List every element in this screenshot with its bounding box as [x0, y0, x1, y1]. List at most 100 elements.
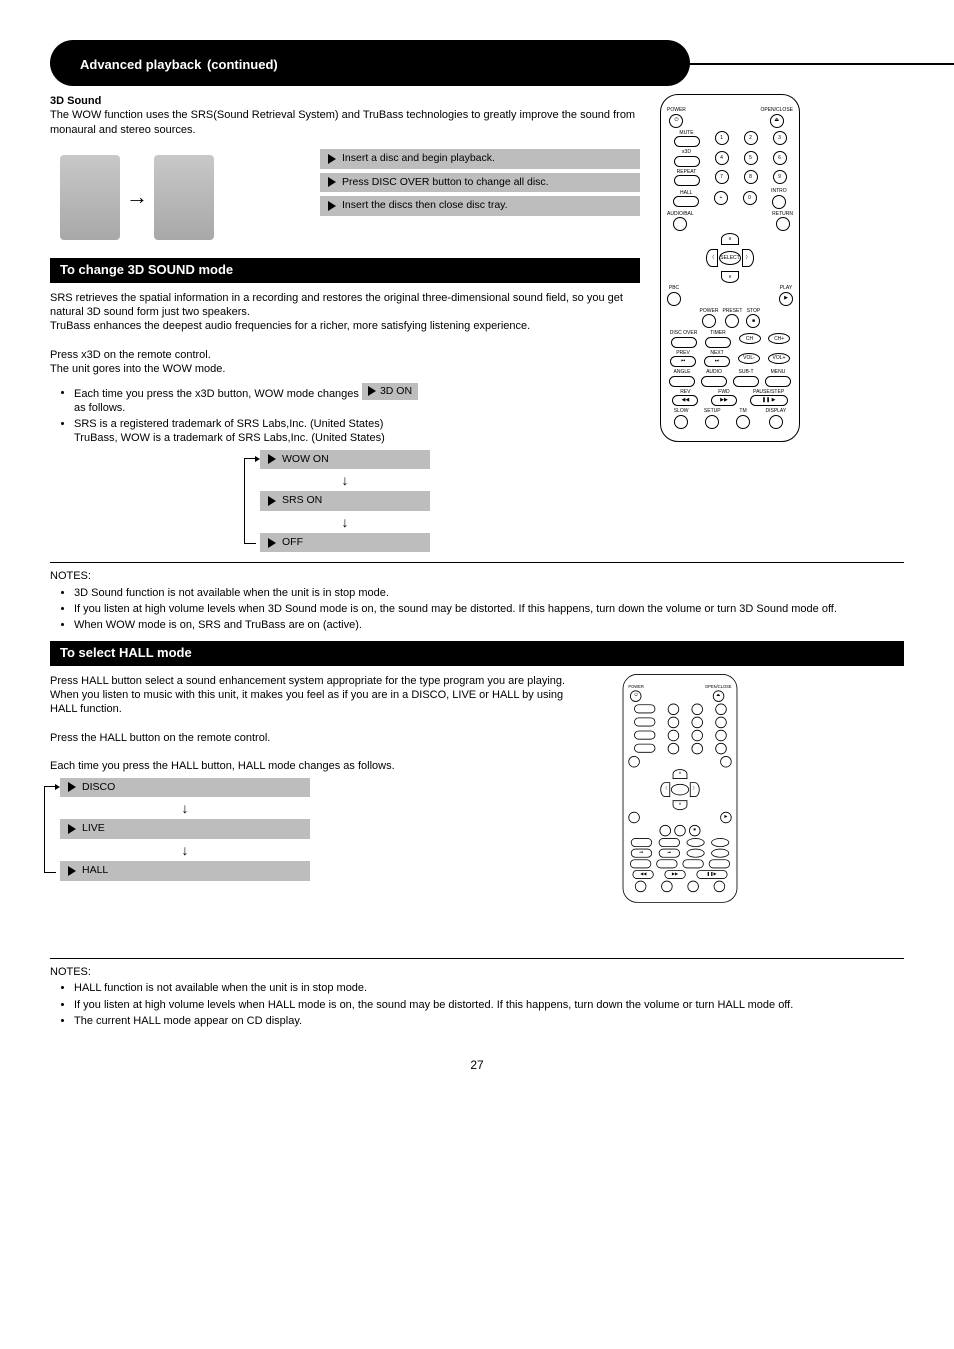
inline-step-text: 3D ON — [380, 385, 412, 399]
eject-button-icon: ⏏ — [770, 114, 784, 128]
next-button-icon: ⏭ — [659, 848, 680, 857]
page-number: 27 — [50, 1058, 904, 1074]
notes1-heading: NOTES: — [50, 569, 904, 583]
menu-button-icon — [765, 376, 791, 387]
remote-label-x3d: x3D — [682, 149, 691, 156]
play-icon — [328, 177, 336, 187]
page-title-sub: (continued) — [207, 57, 278, 72]
display-button-icon — [769, 415, 783, 429]
num-0-icon — [691, 742, 702, 753]
repeat-button-icon — [674, 175, 700, 186]
power2-button-icon — [702, 314, 716, 328]
num-3-icon — [715, 703, 726, 714]
remote-label-angle: ANGLE — [674, 369, 691, 376]
dpad-down-icon: ∨ — [673, 799, 688, 809]
intro-body: The WOW function uses the SRS(Sound Retr… — [50, 108, 640, 137]
bullet1a-text: Each time you press the x3D button, WOW … — [74, 387, 362, 399]
cycle1-item2: SRS ON — [260, 491, 430, 511]
num-1-icon — [667, 703, 678, 714]
remote-label-power: POWER — [667, 107, 686, 114]
angle-button-icon — [630, 858, 651, 867]
intro-srs: SRS retrieves the spatial information in… — [50, 291, 640, 320]
remote-label-tm: TM — [739, 408, 746, 415]
play-icon — [268, 496, 276, 506]
volp-button-icon: VOL+ — [768, 353, 790, 364]
section1-bullet2: SRS is a registered trademark of SRS Lab… — [74, 417, 640, 446]
play-icon — [268, 538, 276, 548]
ch-button-icon — [687, 837, 705, 846]
pausestep-button-icon: ❚❚▶ — [696, 869, 727, 878]
remote-label-setup: SETUP — [704, 408, 721, 415]
mute-button-icon — [674, 136, 700, 147]
divider — [50, 958, 904, 959]
intro-trubass: TruBass enhances the deepest audio frequ… — [50, 319, 640, 333]
num-0-icon: 0 — [743, 191, 757, 205]
play-icon — [328, 201, 336, 211]
subt-button-icon — [682, 858, 703, 867]
num-5-icon: 5 — [744, 151, 758, 165]
tm-button-icon — [736, 415, 750, 429]
preset-button-icon — [725, 314, 739, 328]
bullet1b-text: as follows. — [74, 402, 125, 414]
intro-button-icon — [772, 195, 786, 209]
section2-body1: Press HALL button select a sound enhance… — [50, 674, 590, 688]
volm-button-icon: VOL- — [738, 353, 760, 364]
cycle2-item1: DISCO — [60, 778, 310, 798]
play-icon — [268, 454, 276, 464]
remote-control-diagram: POWER⏻ OPEN/CLOSE⏏ MUTE 123 x3D 456 REPE… — [660, 94, 800, 442]
remote-label-intro: INTRO — [771, 188, 787, 195]
dpad-left-icon: 〈 — [706, 249, 718, 267]
section1-lead: Press x3D on the remote control. — [50, 348, 640, 362]
audiobal-button-icon — [673, 217, 687, 231]
angle-button-icon — [669, 376, 695, 387]
speaker-illustration: → — [50, 145, 300, 250]
section2-body3: Press the HALL button on the remote cont… — [50, 731, 590, 745]
stop-button-icon: ■ — [746, 314, 760, 328]
inline-step-box: 3D ON — [362, 383, 418, 401]
step-1-box: Insert a disc and begin playback. — [320, 149, 640, 169]
dpad-icon: ∧ ∨ 〈 〉 SELECT — [700, 233, 760, 283]
cycle1-item3: OFF — [260, 533, 430, 553]
cycle1-item1: WOW ON — [260, 450, 430, 470]
notes2-item2: If you listen at high volume levels when… — [74, 998, 904, 1012]
notes2-list: HALL function is not available when the … — [50, 981, 904, 1028]
step-2-box: Press DISC OVER button to change all dis… — [320, 173, 640, 193]
audio-button-icon — [701, 376, 727, 387]
stop-button-icon: ■ — [689, 824, 700, 835]
tm-button-icon — [687, 880, 698, 891]
x3d-button-icon — [674, 156, 700, 167]
return-button-icon — [720, 755, 731, 766]
remote-label-play: PLAY — [780, 285, 792, 292]
dpad-up-icon: ∧ — [721, 233, 739, 245]
cycle1-text2: SRS ON — [282, 494, 322, 508]
num-6-icon — [715, 716, 726, 727]
section1-header: To change 3D SOUND mode — [50, 258, 640, 283]
num-7-icon — [667, 729, 678, 740]
num-4-icon — [667, 716, 678, 727]
rev-button-icon: ◀◀ — [633, 869, 654, 878]
title-tail-line — [690, 63, 954, 65]
display-button-icon — [714, 880, 725, 891]
remote-control-diagram-2: POWER⏻ OPEN/CLOSE⏏ — [623, 674, 738, 902]
cycle-loop-line — [44, 786, 56, 873]
cycle1-text1: WOW ON — [282, 453, 329, 467]
cycle2-item2: LIVE — [60, 819, 310, 839]
mute-button-icon — [634, 704, 655, 713]
remote-label-openclose: OPEN/CLOSE — [705, 684, 732, 689]
step-1-text: Insert a disc and begin playback. — [342, 152, 495, 166]
num-6-icon: 6 — [773, 151, 787, 165]
cycle-diagram-1: WOW ON ↓ SRS ON ↓ OFF — [260, 450, 430, 553]
notes1-list: 3D Sound function is not available when … — [50, 586, 904, 633]
pausestep-button-icon: ❚❚ ▶ — [750, 395, 788, 406]
bullet2a-text: SRS is a registered trademark of SRS Lab… — [74, 418, 383, 430]
dpad-right-icon: 〉 — [690, 781, 700, 796]
num-9-icon — [715, 729, 726, 740]
discover-button-icon — [631, 837, 652, 846]
section2-body4: Each time you press the HALL button, HAL… — [50, 759, 590, 773]
play-icon — [68, 782, 76, 792]
num-5-icon — [691, 716, 702, 727]
chplus-button-icon — [711, 837, 729, 846]
subt-button-icon — [733, 376, 759, 387]
remote-label-audio: AUDIO — [706, 369, 722, 376]
intro-row: 3D Sound The WOW function uses the SRS(S… — [50, 94, 904, 556]
